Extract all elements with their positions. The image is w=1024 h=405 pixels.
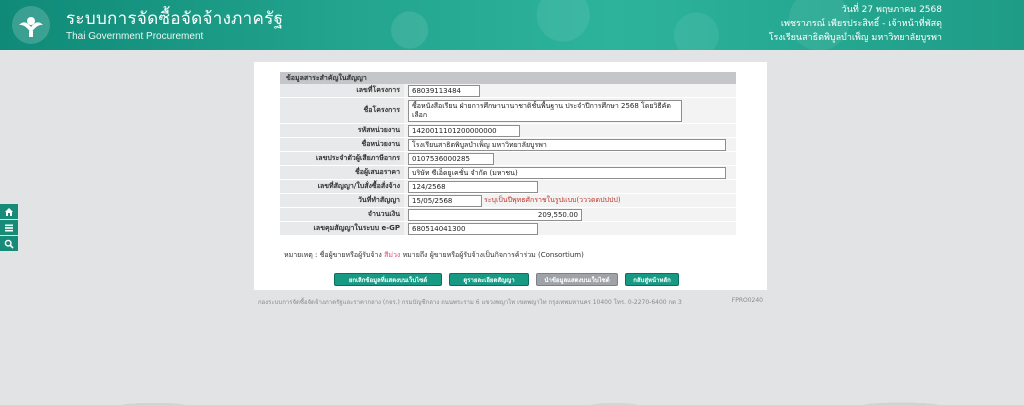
date-format-note: ระบุเป็นปีพุทธศักราชในรูปแบบ(วววดดปปปป) (484, 196, 621, 204)
cancel-web-display-button[interactable]: ยกเลิกข้อมูลที่แสดงบนเว็บไซต์ (334, 273, 442, 286)
user-name: เพชราภรณ์ เพียรประสิทธิ์ - เจ้าหน้าที่พั… (780, 19, 942, 29)
publish-to-web-button[interactable]: นำข้อมูลแสดงบนเว็บไซต์ (536, 273, 618, 286)
user-info: วันที่ 27 พฤษภาคม 2568 เพชราภรณ์ เพียรปร… (769, 3, 942, 45)
site-header: ระบบการจัดซื้อจัดจ้างภาครัฐ Thai Governm… (0, 0, 1024, 50)
contract-form: ข้อมูลสาระสำคัญในสัญญา เลขที่โครงการ 680… (280, 72, 736, 236)
row-contract-number: เลขที่สัญญา/ใบสั่งซื้อสั่งจ้าง 124/2568 (280, 180, 736, 194)
tax-id-field[interactable]: 0107536000285 (408, 152, 494, 165)
back-to-home-button[interactable]: กลับสู่หน้าหลัก (625, 273, 679, 286)
project-number-field[interactable]: 68039113484 (408, 84, 480, 97)
row-tax-id: เลขประจำตัวผู้เสียภาษีอากร 0107536000285 (280, 152, 736, 166)
footer-page-code: FPRO0240 (731, 297, 763, 304)
remark-note: หมายเหตุ : ชื่อผู้ขายหรือผู้รับจ้าง สีม่… (284, 250, 584, 261)
label-bidder-name: ชื่อผู้เสนอราคา (280, 166, 404, 179)
label-agency-code: รหัสหน่วยงาน (280, 124, 404, 137)
row-agency-code: รหัสหน่วยงาน 1420011101200000000 (280, 124, 736, 138)
label-contract-date: วันที่ทำสัญญา (280, 194, 404, 207)
label-project-name: ชื่อโครงการ (280, 98, 404, 123)
home-icon[interactable] (0, 204, 18, 219)
row-agency-name: ชื่อหน่วยงาน โรงเรียนสาธิตพิบูลบำเพ็ญ มห… (280, 138, 736, 152)
project-name-textarea[interactable]: ซื้อหนังสือเรียน ฝ่ายการศึกษานานาชาติชั้… (408, 99, 682, 122)
remark-prefix: หมายเหตุ : ชื่อผู้ขายหรือผู้รับจ้าง (284, 251, 382, 259)
label-tax-id: เลขประจำตัวผู้เสียภาษีอากร (280, 152, 404, 165)
bidder-name-field[interactable]: บริษัท ซีเอ็ดยูเคชั่น จำกัด (มหาชน) (408, 166, 726, 179)
current-date: วันที่ 27 พฤษภาคม 2568 (841, 5, 942, 15)
side-quick-nav (0, 204, 18, 252)
contract-date-field[interactable]: 15/05/2568 (408, 194, 482, 207)
row-project-number: เลขที่โครงการ 68039113484 (280, 84, 736, 98)
garuda-logo-icon[interactable] (12, 6, 50, 44)
footer: กองระบบการจัดซื้อจัดจ้างภาครัฐและราคากลา… (258, 297, 763, 307)
background-decoration (0, 345, 1024, 405)
action-buttons: ยกเลิกข้อมูลที่แสดงบนเว็บไซต์ ดูรายละเอี… (334, 273, 679, 286)
label-amount: จำนวนเงิน (280, 208, 404, 221)
site-subtitle: Thai Government Procurement (66, 31, 204, 42)
search-icon[interactable] (0, 236, 18, 251)
remark-highlight: สีม่วง (384, 251, 401, 259)
view-contract-details-button[interactable]: ดูรายละเอียดสัญญา (449, 273, 529, 286)
egp-number-field[interactable]: 680514041300 (408, 222, 538, 235)
menu-icon[interactable] (0, 220, 18, 235)
footer-address: กองระบบการจัดซื้อจัดจ้างภาครัฐและราคากลา… (258, 299, 682, 306)
row-bidder-name: ชื่อผู้เสนอราคา บริษัท ซีเอ็ดยูเคชั่น จำ… (280, 166, 736, 180)
row-project-name: ชื่อโครงการ ซื้อหนังสือเรียน ฝ่ายการศึกษ… (280, 98, 736, 124)
amount-field[interactable]: 209,550.00 (408, 208, 582, 221)
label-contract-number: เลขที่สัญญา/ใบสั่งซื้อสั่งจ้าง (280, 180, 404, 193)
row-contract-date: วันที่ทำสัญญา 15/05/2568 ระบุเป็นปีพุทธศ… (280, 194, 736, 208)
contract-panel: ข้อมูลสาระสำคัญในสัญญา เลขที่โครงการ 680… (254, 62, 767, 290)
remark-suffix: หมายถึง ผู้ขายหรือผู้รับจ้างเป็นกิจการค้… (402, 251, 584, 259)
label-project-number: เลขที่โครงการ (280, 84, 404, 97)
row-egp-number: เลขคุมสัญญาในระบบ e-GP 680514041300 (280, 222, 736, 236)
agency-name-field[interactable]: โรงเรียนสาธิตพิบูลบำเพ็ญ มหาวิทยาลัยบูรพ… (408, 138, 726, 151)
site-title: ระบบการจัดซื้อจัดจ้างภาครัฐ (66, 9, 284, 29)
agency-code-field[interactable]: 1420011101200000000 (408, 124, 520, 137)
section-title: ข้อมูลสาระสำคัญในสัญญา (280, 72, 736, 84)
label-egp-number: เลขคุมสัญญาในระบบ e-GP (280, 222, 404, 235)
contract-number-field[interactable]: 124/2568 (408, 180, 538, 193)
row-amount: จำนวนเงิน 209,550.00 (280, 208, 736, 222)
user-org: โรงเรียนสาธิตพิบูลบำเพ็ญ มหาวิทยาลัยบูรพ… (768, 33, 942, 43)
label-agency-name: ชื่อหน่วยงาน (280, 138, 404, 151)
